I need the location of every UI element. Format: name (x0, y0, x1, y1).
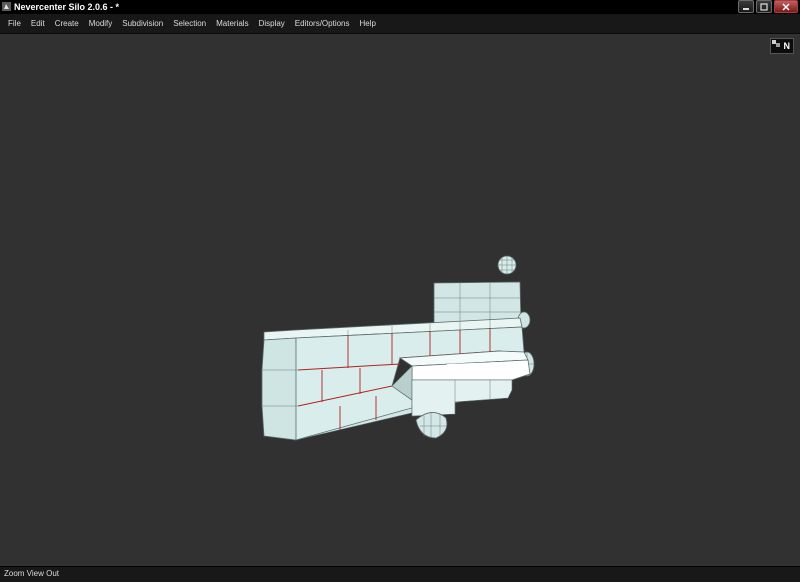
menu-file[interactable]: File (3, 14, 26, 34)
title-bar: Nevercenter Silo 2.0.6 - * (0, 0, 800, 14)
sphere-top[interactable] (497, 255, 517, 275)
menu-edit[interactable]: Edit (26, 14, 50, 34)
minimize-button[interactable] (738, 0, 754, 13)
menu-help[interactable]: Help (355, 14, 381, 34)
close-icon (782, 2, 790, 11)
maximize-icon (760, 2, 768, 11)
status-text: Zoom View Out (4, 569, 59, 578)
menu-bar: File Edit Create Modify Subdivision Sele… (0, 14, 800, 34)
menu-subdivision[interactable]: Subdivision (117, 14, 168, 34)
protruding-slab[interactable] (391, 350, 531, 417)
maximize-button[interactable] (756, 0, 772, 13)
window-title: Nevercenter Silo 2.0.6 - * (14, 2, 120, 12)
sphere-bottom[interactable] (415, 412, 448, 439)
window-controls (738, 0, 798, 13)
3d-viewport[interactable]: N (0, 34, 800, 566)
menu-create[interactable]: Create (50, 14, 84, 34)
menu-materials[interactable]: Materials (211, 14, 253, 34)
mesh-scene[interactable] (0, 34, 800, 566)
menu-editors-options[interactable]: Editors/Options (290, 14, 355, 34)
silo-app-icon (2, 2, 11, 11)
close-button[interactable] (774, 0, 798, 13)
status-bar: Zoom View Out (0, 566, 800, 582)
menu-selection[interactable]: Selection (168, 14, 211, 34)
menu-display[interactable]: Display (254, 14, 290, 34)
minimize-icon (743, 7, 749, 10)
menu-modify[interactable]: Modify (84, 14, 118, 34)
